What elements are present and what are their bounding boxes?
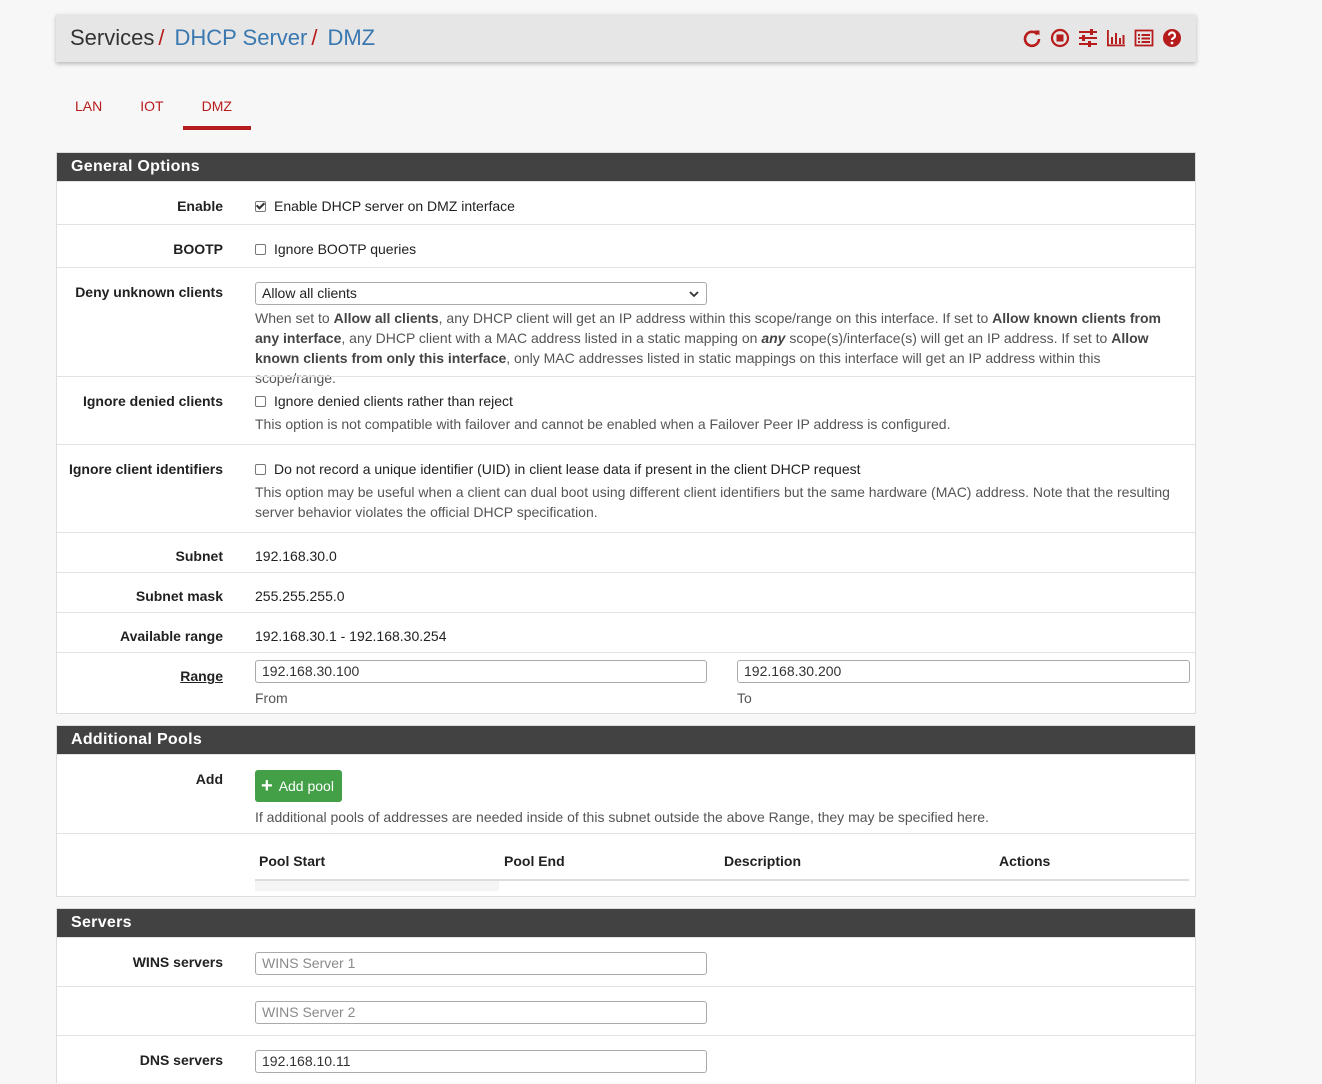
chevron-down-icon (689, 291, 699, 298)
breadcrumb-dhcp-server[interactable]: DHCP Server (174, 25, 307, 51)
add-pool-button[interactable]: + Add pool (255, 770, 342, 802)
col-pool-end: Pool End (504, 853, 565, 869)
enable-row: Enable Enable DHCP server on DMZ interfa… (57, 181, 1195, 224)
wins-server-2-input[interactable]: WINS Server 2 (255, 1001, 707, 1024)
range-from-input[interactable]: 192.168.30.100 (255, 660, 707, 683)
enable-checkbox-label[interactable]: Enable DHCP server on DMZ interface (255, 198, 1181, 214)
ignore-uid-checkbox[interactable] (255, 463, 266, 475)
wins-server-1-input[interactable]: WINS Server 1 (255, 952, 707, 975)
ignore-uid-text: Do not record a unique identifier (UID) … (274, 461, 861, 477)
range-row: Range 192.168.30.100 192.168.30.200 From… (57, 652, 1195, 713)
range-label: Range (180, 668, 223, 684)
pools-table-row: Pool Start Pool End Description Actions (57, 833, 1195, 896)
dns-row-1: DNS servers 192.168.10.11 (57, 1035, 1195, 1084)
wins-row-2: WINS Server 2 (57, 986, 1195, 1035)
subnet-value: 192.168.30.0 (255, 548, 337, 564)
ignore-denied-help: This option is not compatible with failo… (255, 416, 951, 432)
wins-label: WINS servers (132, 954, 223, 970)
stop-icon[interactable] (1050, 28, 1070, 48)
panel-title: General Options (57, 153, 1195, 181)
add-pool-button-label: Add pool (278, 778, 334, 794)
help-icon[interactable] (1162, 28, 1182, 48)
range-to-caption: To (737, 690, 752, 706)
subnet-mask-value: 255.255.255.0 (255, 588, 345, 604)
ignore-uid-row: Ignore client identifiers Do not record … (57, 444, 1195, 532)
breadcrumb-separator: / (158, 25, 165, 50)
wins-row-1: WINS servers WINS Server 1 (57, 937, 1195, 986)
dns-label: DNS servers (139, 1052, 223, 1068)
col-actions: Actions (999, 853, 1051, 869)
ignore-uid-label: Ignore client identifiers (68, 461, 223, 477)
add-pool-row: Add + Add pool If additional pools of ad… (57, 754, 1195, 833)
ignore-denied-text: Ignore denied clients rather than reject (274, 393, 513, 409)
ignore-denied-checkbox-label[interactable]: Ignore denied clients rather than reject (255, 393, 1181, 409)
bootp-label: BOOTP (173, 241, 223, 257)
interface-tabs: LAN IOT DMZ (56, 88, 252, 130)
panel-title: Servers (57, 909, 1195, 937)
enable-text: Enable DHCP server on DMZ interface (274, 198, 515, 214)
deny-unknown-label: Deny unknown clients (75, 284, 223, 300)
ignore-denied-row: Ignore denied clients Ignore denied clie… (57, 376, 1195, 444)
pools-table-header: Pool Start Pool End Description Actions (255, 852, 1189, 881)
available-range-row: Available range 192.168.30.1 - 192.168.3… (57, 612, 1195, 652)
ignore-uid-help: This option may be useful when a client … (255, 484, 1170, 520)
ignore-denied-checkbox[interactable] (255, 395, 266, 407)
available-range-label: Available range (120, 628, 223, 644)
range-to-input[interactable]: 192.168.30.200 (737, 660, 1190, 683)
bootp-text: Ignore BOOTP queries (274, 241, 417, 257)
additional-pools-panel: Additional Pools Add + Add pool If addit… (56, 725, 1196, 897)
dns-server-1-input[interactable]: 192.168.10.11 (255, 1050, 707, 1073)
plus-icon: + (261, 775, 273, 797)
subnet-mask-row: Subnet mask 255.255.255.0 (57, 572, 1195, 612)
breadcrumb-separator: / (311, 25, 318, 50)
reload-icon[interactable] (1022, 28, 1042, 48)
page-header: Services / DHCP Server / DMZ (56, 14, 1196, 62)
deny-unknown-select[interactable]: Allow all clients (255, 282, 707, 305)
enable-label: Enable (177, 198, 223, 214)
subnet-row: Subnet 192.168.30.0 (57, 532, 1195, 572)
add-pool-help: If additional pools of addresses are nee… (255, 809, 989, 825)
bootp-checkbox-label[interactable]: Ignore BOOTP queries (255, 241, 1181, 257)
tab-iot[interactable]: IOT (121, 88, 182, 130)
list-icon[interactable] (1134, 28, 1154, 48)
deny-unknown-row: Deny unknown clients Allow all clients W… (57, 267, 1195, 386)
ignore-denied-label: Ignore denied clients (82, 393, 223, 409)
tab-dmz[interactable]: DMZ (182, 88, 252, 130)
add-label: Add (195, 771, 223, 787)
breadcrumb-dmz[interactable]: DMZ (327, 25, 375, 51)
general-options-panel: General Options Enable Enable DHCP serve… (56, 152, 1196, 714)
bootp-row: BOOTP Ignore BOOTP queries (57, 224, 1195, 267)
bootp-checkbox[interactable] (255, 243, 266, 255)
range-from-caption: From (255, 690, 288, 706)
subnet-mask-label: Subnet mask (135, 588, 223, 604)
enable-checkbox[interactable] (255, 200, 266, 212)
available-range-value: 192.168.30.1 - 192.168.30.254 (255, 628, 447, 644)
chart-icon[interactable] (1106, 28, 1126, 48)
header-actions (1022, 28, 1182, 48)
breadcrumb-services: Services (70, 25, 155, 50)
col-description: Description (724, 853, 802, 869)
tab-lan[interactable]: LAN (56, 88, 121, 130)
pools-table-empty-row (255, 881, 499, 891)
col-pool-start: Pool Start (259, 853, 326, 869)
breadcrumb: Services / DHCP Server / DMZ (70, 25, 375, 51)
ignore-uid-checkbox-label[interactable]: Do not record a unique identifier (UID) … (255, 461, 1181, 477)
subnet-label: Subnet (175, 548, 223, 564)
deny-unknown-value: Allow all clients (262, 285, 357, 301)
sliders-icon[interactable] (1078, 28, 1098, 48)
servers-panel: Servers WINS servers WINS Server 1 WINS … (56, 908, 1196, 1083)
panel-title: Additional Pools (57, 726, 1195, 754)
